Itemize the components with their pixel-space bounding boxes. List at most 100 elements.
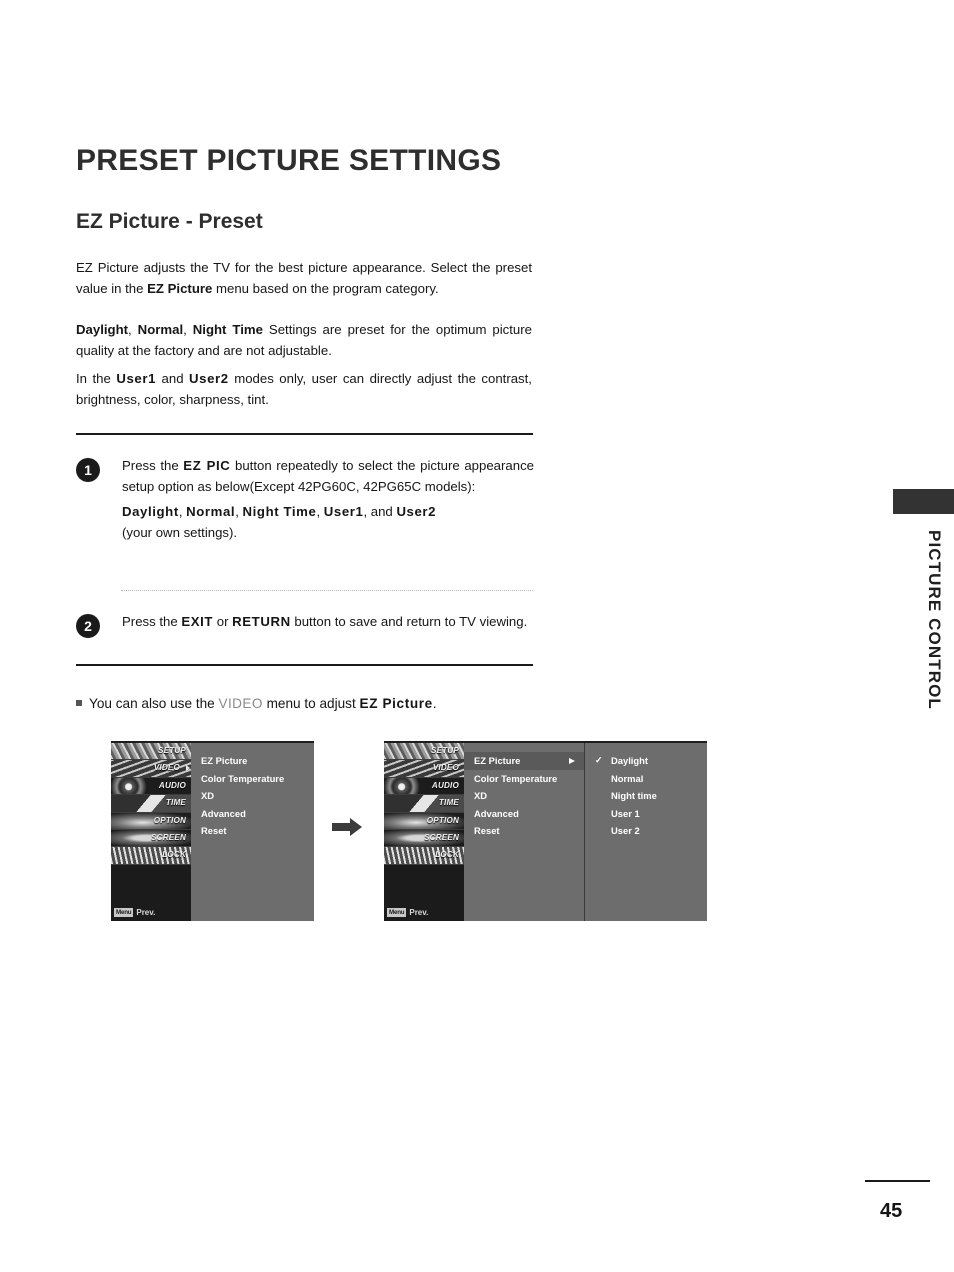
osd-sidebar: SETUP VIDEO AUDIO TIME OPTION SCREEN LOC…: [384, 743, 464, 921]
step2-text-b: or: [213, 614, 233, 629]
term-night-time: Night Time: [192, 322, 263, 337]
osd-menu-item-color-temperature[interactable]: Color Temperature: [191, 770, 314, 788]
osd-sidebar-item-video[interactable]: VIDEO: [111, 760, 191, 778]
osd-sidebar-item-audio[interactable]: AUDIO: [111, 777, 191, 796]
osd-menu-item-reset[interactable]: Reset: [191, 822, 314, 840]
opt-night-time: Night Time: [242, 503, 317, 519]
sep: ,: [316, 503, 324, 519]
note-menu-name: VIDEO: [218, 696, 263, 711]
osd-sidebar-label: AUDIO: [431, 780, 459, 790]
osd-sidebar-label: TIME: [165, 798, 186, 808]
osd-prev-label: Prev.: [136, 908, 156, 917]
osd-submenu-item-daylight[interactable]: ✓ Daylight: [585, 752, 707, 770]
osd-menu-label: Reset: [474, 825, 500, 836]
osd-menu-item-xd[interactable]: XD: [464, 787, 584, 805]
osd-sidebar-item-option[interactable]: OPTION: [384, 812, 464, 830]
osd-sidebar-item-setup[interactable]: SETUP: [384, 743, 464, 761]
osd-menu-label: Advanced: [201, 807, 246, 819]
osd-menu-label: Color Temperature: [201, 772, 285, 784]
osd-menu-label: EZ Picture: [474, 755, 521, 766]
intro-text-c: menu based on the program category.: [212, 280, 439, 296]
note-tail: .: [432, 696, 437, 711]
chevron-right-icon: [186, 765, 190, 772]
osd-menu-label: XD: [201, 790, 215, 801]
osd-screenshot-before: SETUP VIDEO AUDIO TIME OPTION SCREEN LOC…: [111, 741, 314, 921]
osd-sidebar: SETUP VIDEO AUDIO TIME OPTION SCREEN LOC…: [111, 743, 191, 921]
osd-menu-item-ez-picture[interactable]: EZ Picture: [191, 752, 314, 770]
note-target: EZ Picture: [359, 696, 433, 711]
step1-text-a: Press the: [122, 458, 184, 473]
osd-prev-button[interactable]: Menu Prev.: [114, 908, 155, 917]
side-tab-marker: [893, 489, 954, 514]
intro-text-a3: In the: [76, 371, 117, 386]
osd-submenu-item-user-2[interactable]: User 2: [585, 822, 707, 840]
right-arrow-icon: [332, 818, 362, 836]
sep: ,: [128, 322, 138, 337]
osd-sidebar-label: VIDEO: [153, 763, 180, 773]
osd-prev-label: Prev.: [409, 908, 429, 917]
osd-menu-item-reset[interactable]: Reset: [464, 822, 584, 840]
intro-text-c3: and: [156, 371, 190, 386]
osd-sidebar-item-option[interactable]: OPTION: [111, 812, 191, 830]
intro-paragraph-2: Daylight, Normal, Night Time Settings ar…: [76, 320, 532, 361]
square-bullet-icon: [76, 700, 82, 706]
osd-submenu-item-user-1[interactable]: User 1: [585, 805, 707, 823]
osd-sidebar-label: OPTION: [426, 815, 459, 825]
osd-sidebar-label: SCREEN: [424, 832, 459, 842]
divider-dotted: [121, 590, 533, 592]
step-1: 1 Press the EZ PIC button repeatedly to …: [76, 455, 534, 544]
term-user2: User2: [189, 371, 229, 386]
osd-submenu-label: User 2: [611, 825, 640, 836]
menu-key-badge: Menu: [387, 908, 407, 917]
osd-sidebar-label: SETUP: [158, 746, 186, 755]
opt-normal: Normal: [186, 503, 236, 519]
osd-sidebar-label: LOCK: [162, 850, 186, 860]
osd-menu-panel: EZ Picture Color Temperature XD Advanced…: [464, 743, 585, 921]
osd-sidebar-item-screen[interactable]: SCREEN: [111, 829, 191, 848]
step-2: 2 Press the EXIT or RETURN button to sav…: [76, 611, 534, 638]
osd-sidebar-item-video[interactable]: VIDEO: [384, 760, 464, 778]
key-ez-pic: EZ PIC: [183, 458, 231, 473]
osd-sidebar-item-lock[interactable]: LOCK: [111, 847, 191, 865]
osd-menu-item-advanced[interactable]: Advanced: [191, 805, 314, 823]
term-user1: User1: [116, 371, 157, 386]
step-number-badge: 1: [76, 458, 100, 482]
osd-sidebar-item-time[interactable]: TIME: [111, 795, 191, 813]
chevron-right-icon: [569, 758, 575, 764]
step-2-body: Press the EXIT or RETURN button to save …: [122, 611, 534, 632]
checkmark-icon: ✓: [595, 755, 603, 765]
osd-submenu-label: Night time: [611, 790, 657, 801]
page-number: 45: [880, 1200, 903, 1222]
osd-submenu-item-night-time[interactable]: Night time: [585, 787, 707, 805]
osd-menu-label: XD: [474, 790, 488, 801]
osd-sidebar-item-screen[interactable]: SCREEN: [384, 829, 464, 848]
osd-menu-item-color-temperature[interactable]: Color Temperature: [464, 770, 584, 788]
divider-top: [76, 433, 533, 435]
osd-menu-item-xd[interactable]: XD: [191, 787, 314, 805]
osd-menu-item-advanced[interactable]: Advanced: [464, 805, 584, 823]
divider-bottom: [76, 664, 533, 666]
sep: ,: [235, 503, 243, 519]
osd-sidebar-item-time[interactable]: TIME: [384, 795, 464, 813]
osd-submenu-item-normal[interactable]: Normal: [585, 770, 707, 788]
osd-sidebar-label: SCREEN: [151, 832, 186, 842]
osd-sidebar-item-audio[interactable]: AUDIO: [384, 777, 464, 796]
term-daylight: Daylight: [76, 322, 129, 337]
osd-sidebar-label: LOCK: [435, 850, 459, 860]
osd-sidebar-label: VIDEO: [432, 763, 459, 773]
key-return: RETURN: [232, 614, 291, 629]
note-lead: You can also use the: [89, 696, 219, 711]
term-normal: Normal: [137, 322, 184, 337]
osd-menu-label: Color Temperature: [474, 772, 558, 784]
intro-paragraph-1: EZ Picture adjusts the TV for the best p…: [76, 258, 532, 299]
osd-submenu-panel: ✓ Daylight Normal Night time User 1 User…: [585, 743, 707, 921]
osd-sidebar-item-lock[interactable]: LOCK: [384, 847, 464, 865]
osd-prev-button[interactable]: Menu Prev.: [387, 908, 428, 917]
osd-menu-item-ez-picture[interactable]: EZ Picture: [464, 752, 584, 770]
osd-sidebar-item-setup[interactable]: SETUP: [111, 743, 191, 761]
osd-sidebar-label: OPTION: [153, 815, 186, 825]
note-line: You can also use the VIDEO menu to adjus…: [76, 694, 546, 714]
opt-user1: User1: [323, 503, 364, 519]
osd-sidebar-label: SETUP: [431, 746, 459, 755]
step-number-badge: 2: [76, 614, 100, 638]
